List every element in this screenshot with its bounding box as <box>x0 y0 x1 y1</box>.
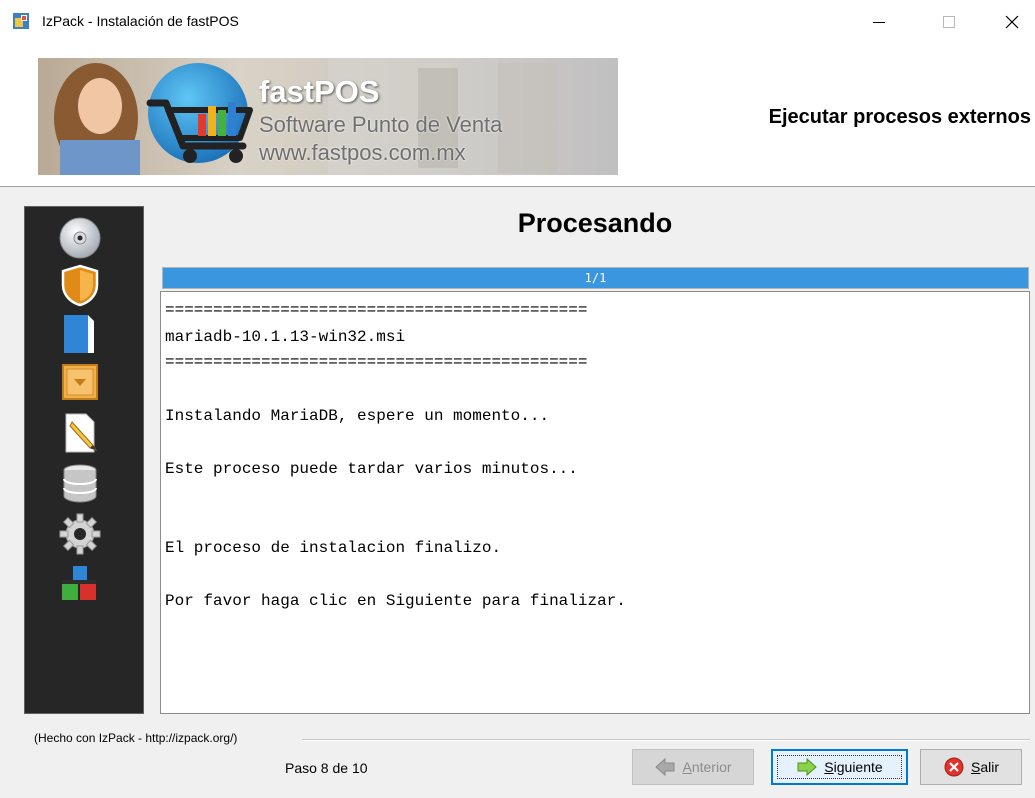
log-line: Instalando MariaDB, espere un momento... <box>165 407 550 425</box>
banner-tagline: Software Punto de Venta <box>259 112 503 137</box>
maximize-button[interactable] <box>926 0 972 44</box>
fastpos-banner: fastPOS Software Punto de Venta www.fast… <box>38 58 618 175</box>
database-icon <box>63 464 97 503</box>
log-line: Este proceso puede tardar varios minutos… <box>165 460 578 478</box>
maximize-icon <box>943 16 955 28</box>
cd-icon <box>59 217 101 259</box>
edit-document-icon <box>65 413 98 453</box>
package-icon <box>62 364 98 400</box>
close-circle-icon <box>944 757 964 777</box>
banner-url: www.fastpos.com.mx <box>259 140 466 165</box>
exit-button-label: Salir <box>970 759 999 775</box>
log-line: ========================================… <box>165 353 588 371</box>
step-indicator: Paso 8 de 10 <box>285 760 368 776</box>
izpack-credit: (Hecho con IzPack - http://izpack.org/) <box>34 731 238 745</box>
previous-button[interactable]: Anterior <box>632 749 754 785</box>
next-button[interactable]: Siguiente <box>771 749 908 785</box>
app-icon <box>13 13 29 29</box>
close-button[interactable] <box>989 0 1035 44</box>
panel-title: Procesando <box>517 208 673 238</box>
log-line: mariadb-10.1.13-win32.msi <box>165 328 406 346</box>
shield-icon <box>61 264 99 307</box>
progress-text: 1/1 <box>584 271 607 285</box>
close-icon <box>1005 15 1019 29</box>
arrow-left-icon <box>655 757 675 777</box>
installer-header: fastPOS Software Punto de Venta www.fast… <box>0 44 1035 187</box>
log-line: Por favor haga clic en Siguiente para fi… <box>165 592 626 610</box>
blocks-icon <box>62 566 96 600</box>
log-line: El proceso de instalacion finalizo. <box>165 539 502 557</box>
progress-bar: 1/1 <box>162 267 1029 289</box>
title-bar: IzPack - Instalación de fastPOS <box>0 0 1035 44</box>
footer-separator <box>302 739 1030 741</box>
header-title: Ejecutar procesos externos <box>768 106 1031 128</box>
next-button-label: Siguiente <box>824 759 883 775</box>
document-icon <box>64 315 94 353</box>
minimize-button[interactable] <box>856 0 902 44</box>
minimize-icon <box>873 22 885 23</box>
exit-button[interactable]: Salir <box>920 749 1022 785</box>
log-line: ========================================… <box>165 301 588 319</box>
window-title: IzPack - Instalación de fastPOS <box>42 13 239 29</box>
process-output-log[interactable]: ========================================… <box>160 291 1030 714</box>
gear-icon <box>59 513 101 555</box>
banner-brand: fastPOS <box>259 74 380 109</box>
previous-button-label: Anterior <box>682 759 732 775</box>
steps-sidebar <box>24 206 144 714</box>
arrow-right-icon <box>797 757 818 777</box>
